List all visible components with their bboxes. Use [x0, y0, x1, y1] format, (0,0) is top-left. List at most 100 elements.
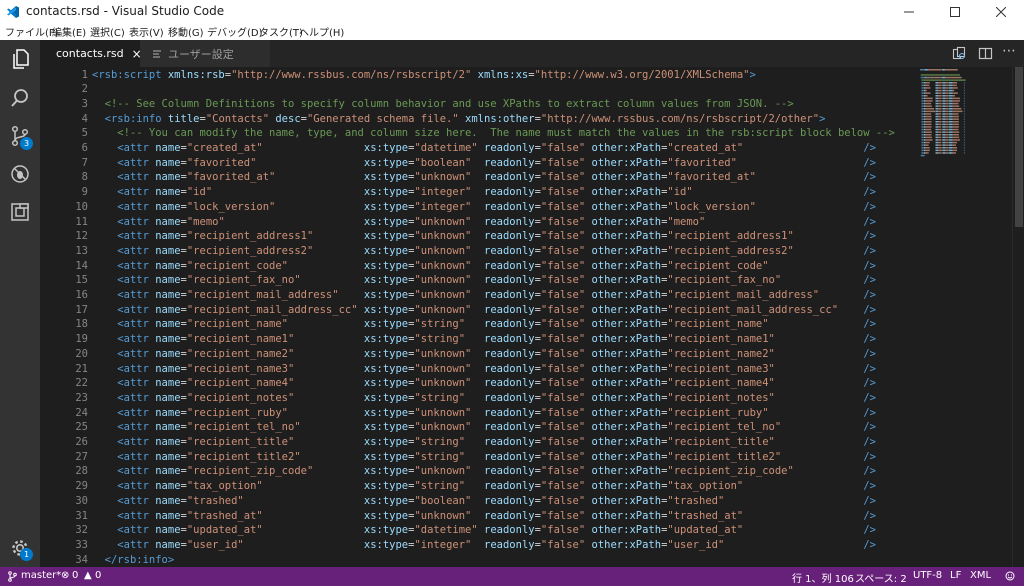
- search-icon[interactable]: [8, 86, 32, 110]
- code-line[interactable]: <attr name="created_at" xs:type="datetim…: [92, 141, 876, 156]
- code-line[interactable]: <attr name="id" xs:type="integer" readon…: [92, 185, 876, 200]
- code-line[interactable]: <attr name="recipient_address2" xs:type=…: [92, 244, 876, 259]
- vertical-scrollbar[interactable]: [1012, 67, 1024, 567]
- code-token: "unknown": [414, 230, 478, 243]
- code-line[interactable]: </rsb:info>: [92, 553, 175, 567]
- code-token: "recipient_title": [667, 436, 864, 448]
- minimap-stroke: [920, 154, 925, 157]
- minimap-stroke: [925, 128, 932, 131]
- code-line[interactable]: <rsb:script xmlns:rsb="http://www.rssbus…: [92, 68, 756, 83]
- minimap-stroke: [923, 149, 926, 152]
- more-actions-icon[interactable]: ⋯: [1002, 43, 1017, 59]
- code-line[interactable]: <attr name="recipient_mail_address" xs:t…: [92, 288, 876, 303]
- minimap-stroke: [921, 149, 924, 152]
- extensions-icon[interactable]: [8, 200, 32, 224]
- feedback-icon[interactable]: [1004, 571, 1016, 582]
- tab-contacts-rsd[interactable]: contacts.rsd ×: [40, 40, 142, 67]
- code-line[interactable]: <attr name="recipient_name" xs:type="str…: [92, 317, 876, 332]
- code-line[interactable]: <!-- You can modify the name, type, and …: [92, 126, 895, 141]
- line-ending[interactable]: LF: [950, 570, 961, 581]
- code-line[interactable]: <attr name="recipient_title" xs:type="st…: [92, 435, 876, 450]
- code-line[interactable]: <rsb:info title="Contacts" desc="Generat…: [92, 112, 826, 127]
- language-mode[interactable]: XML: [970, 570, 991, 581]
- code-token: "recipient_zip_code": [186, 465, 364, 478]
- code-area[interactable]: <rsb:script xmlns:rsb="http://www.rssbus…: [92, 67, 912, 567]
- code-line[interactable]: <!-- See Column Definitions to specify c…: [92, 97, 794, 112]
- code-line[interactable]: <attr name="recipient_notes" xs:type="st…: [92, 391, 876, 406]
- code-line[interactable]: <attr name="memo" xs:type="unknown" read…: [92, 215, 876, 230]
- code-token: "false": [540, 318, 586, 331]
- line-number: 1: [81, 68, 88, 81]
- close-window-button[interactable]: [978, 0, 1024, 23]
- error-icon[interactable]: ⊗: [61, 570, 69, 581]
- minimap-stroke: [942, 131, 946, 133]
- tab-user-settings[interactable]: ユーザー設定: [140, 40, 270, 67]
- open-changes-icon[interactable]: [952, 46, 967, 61]
- warning-count[interactable]: 0: [95, 570, 101, 581]
- minimap-stroke: [925, 144, 929, 146]
- code-line[interactable]: <attr name="updated_at" xs:type="datetim…: [92, 523, 876, 538]
- code-line[interactable]: <attr name="recipient_name4" xs:type="un…: [92, 376, 876, 391]
- minimap-stroke: [952, 110, 963, 113]
- files-icon[interactable]: [8, 47, 32, 71]
- minimize-button[interactable]: [886, 0, 932, 23]
- menu-debug[interactable]: デバッグ(D): [207, 24, 263, 39]
- branch-name[interactable]: master*: [21, 570, 61, 581]
- minimap-stroke: [924, 76, 927, 79]
- code-token: xs:type: [363, 274, 409, 287]
- code-line[interactable]: <attr name="favorited_at" xs:type="unkno…: [92, 170, 876, 185]
- maximize-button[interactable]: [932, 0, 978, 23]
- code-token: "unknown": [414, 421, 478, 434]
- error-count[interactable]: 0: [72, 570, 78, 581]
- code-line[interactable]: <attr name="recipient_name2" xs:type="un…: [92, 347, 876, 362]
- cursor-position[interactable]: 行 1、列 106: [792, 570, 854, 585]
- code-token: "recipient_name1": [186, 333, 364, 346]
- code-line[interactable]: <attr name="recipient_name3" xs:type="un…: [92, 362, 876, 377]
- editor[interactable]: 1 2 3 4 5 6 7 8 9 10 11 12 13 14 15 16 17 18 19 20 21 22 23 24 2…: [40, 67, 1012, 567]
- code-token: />: [863, 259, 877, 272]
- code-line[interactable]: <attr name="recipient_name1" xs:type="st…: [92, 332, 876, 347]
- code-line[interactable]: <attr name="recipient_code" xs:type="unk…: [92, 259, 876, 274]
- menu-file[interactable]: ファイル(F): [5, 24, 59, 39]
- code-line[interactable]: <attr name="recipient_title2" xs:type="s…: [92, 450, 876, 465]
- code-line[interactable]: <attr name="recipient_ruby" xs:type="unk…: [92, 406, 876, 421]
- code-line[interactable]: <attr name="tax_option" xs:type="string"…: [92, 479, 876, 494]
- code-token: />: [863, 494, 877, 507]
- minimap-stroke: [952, 136, 960, 139]
- minimap-stroke: [963, 134, 965, 136]
- scrollbar-thumb[interactable]: [1015, 67, 1023, 227]
- menu-tasks[interactable]: タスク(T): [259, 24, 303, 39]
- warning-icon[interactable]: ▲: [84, 570, 92, 581]
- code-token: />: [863, 538, 877, 551]
- code-line[interactable]: <attr name="lock_version" xs:type="integ…: [92, 200, 876, 215]
- code-token: />: [863, 200, 877, 213]
- minimap[interactable]: [920, 67, 1000, 187]
- split-editor-icon[interactable]: [978, 46, 993, 61]
- code-line[interactable]: <attr name="trashed_at" xs:type="unknown…: [92, 509, 876, 524]
- menu-go[interactable]: 移動(G): [168, 24, 204, 39]
- menu-view[interactable]: 表示(V): [129, 24, 164, 39]
- minimap-stroke: [935, 121, 938, 123]
- code-token: <attr: [117, 406, 156, 419]
- code-line[interactable]: <attr name="recipient_tel_no" xs:type="u…: [92, 420, 876, 435]
- debug-icon[interactable]: [8, 162, 32, 186]
- code-token: "http://www.rssbus.com/ns/rsbscript/2/ot…: [540, 112, 820, 125]
- code-line[interactable]: <attr name="recipient_zip_code" xs:type=…: [92, 464, 876, 479]
- code-line[interactable]: <attr name="recipient_fax_no" xs:type="u…: [92, 273, 876, 288]
- encoding[interactable]: UTF-8: [913, 570, 942, 581]
- menu-help[interactable]: ヘルプ(H): [299, 24, 344, 39]
- code-token: "false": [540, 494, 586, 507]
- code-token: "false": [540, 406, 586, 419]
- minimap-stroke: [963, 84, 965, 87]
- minimap-stroke: [948, 87, 953, 89]
- code-line[interactable]: <attr name="trashed" xs:type="boolean" r…: [92, 494, 876, 509]
- code-line[interactable]: <attr name="favorited" xs:type="boolean"…: [92, 156, 876, 171]
- code-line[interactable]: <attr name="recipient_address1" xs:type=…: [92, 229, 876, 244]
- menu-selection[interactable]: 選択(C): [90, 24, 125, 39]
- indentation[interactable]: スペース: 2: [855, 570, 907, 585]
- code-token: "recipient_title2": [186, 450, 364, 463]
- code-line[interactable]: <attr name="recipient_mail_address_cc" x…: [92, 303, 876, 318]
- code-line[interactable]: <attr name="user_id" xs:type="integer" r…: [92, 538, 876, 553]
- menu-edit[interactable]: 編集(E): [52, 24, 86, 39]
